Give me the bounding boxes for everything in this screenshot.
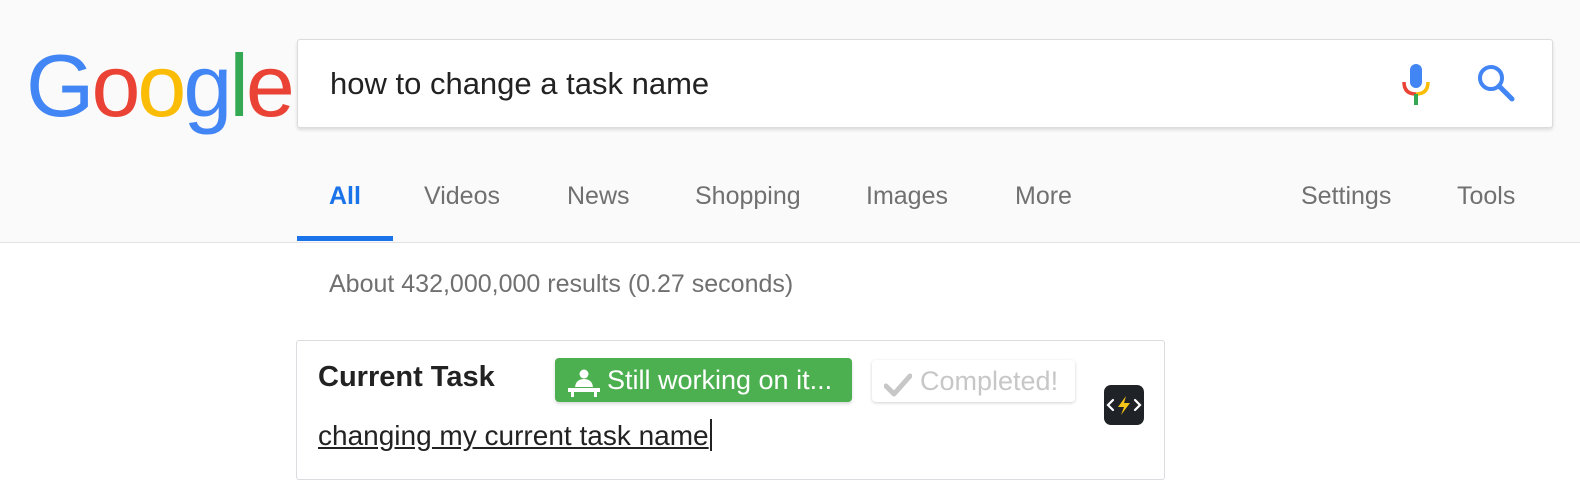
tab-news[interactable]: News <box>567 182 630 211</box>
task-name-input[interactable]: changing my current task name <box>318 416 878 456</box>
logo-letter: o <box>137 36 186 135</box>
tab-settings[interactable]: Settings <box>1301 182 1391 211</box>
tab-tools[interactable]: Tools <box>1457 182 1515 211</box>
completed-label: Completed! <box>920 366 1059 396</box>
logo-letter: e <box>245 36 295 135</box>
logo-letter: o <box>91 36 140 135</box>
checkmark-icon <box>883 368 913 397</box>
active-tab-indicator <box>297 236 393 241</box>
search-icon[interactable] <box>1475 62 1517 104</box>
current-task-card: Current Task Still working on it... Comp… <box>296 340 1165 480</box>
card-title: Current Task <box>318 361 495 393</box>
tab-shopping[interactable]: Shopping <box>695 182 801 211</box>
logo-letter: l <box>229 36 248 135</box>
search-box <box>297 39 1553 128</box>
tab-videos[interactable]: Videos <box>424 182 500 211</box>
code-lightning-icon[interactable] <box>1104 385 1144 425</box>
text-caret <box>709 419 712 451</box>
logo-letter: g <box>183 36 232 135</box>
logo-letter: G <box>26 36 94 135</box>
still-working-label: Still working on it... <box>607 365 833 395</box>
result-stats: About 432,000,000 results (0.27 seconds) <box>329 270 794 298</box>
google-logo[interactable]: Google <box>26 36 295 136</box>
search-input[interactable] <box>330 40 1330 127</box>
person-at-desk-icon <box>567 366 601 397</box>
task-name-text: changing my current task name <box>318 420 709 451</box>
search-header: Google All Videos News Shopping Images M… <box>0 0 1580 243</box>
microphone-icon[interactable] <box>1396 62 1436 108</box>
tab-all[interactable]: All <box>329 182 361 211</box>
tab-images[interactable]: Images <box>866 182 948 211</box>
completed-button[interactable]: Completed! <box>872 360 1075 402</box>
tab-more[interactable]: More <box>1015 182 1072 211</box>
still-working-button[interactable]: Still working on it... <box>555 358 852 402</box>
